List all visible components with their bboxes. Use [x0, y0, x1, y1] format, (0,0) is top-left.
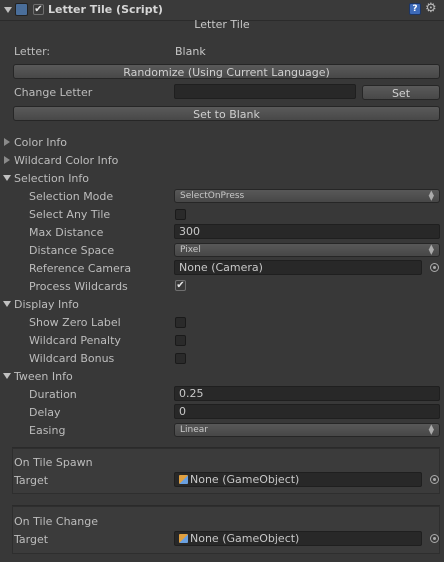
wildcard-bonus-checkbox[interactable]	[175, 353, 186, 364]
set-to-blank-button[interactable]: Set to Blank	[13, 106, 440, 121]
duration-input[interactable]: 0.25	[174, 386, 440, 401]
easing-label: Easing	[29, 424, 66, 437]
max-distance-input[interactable]: 300	[174, 224, 440, 239]
spawn-target-field[interactable]: None (GameObject)	[174, 472, 422, 487]
letter-value: Blank	[175, 45, 206, 58]
select-any-tile-checkbox[interactable]	[175, 209, 186, 220]
gear-icon[interactable]: ⚙	[425, 1, 437, 16]
tween-info-foldout[interactable]: Tween Info	[14, 370, 73, 383]
help-icon[interactable]: ?	[409, 3, 421, 15]
letter-label: Letter:	[14, 45, 51, 58]
change-letter-input[interactable]	[174, 84, 356, 99]
color-info-arrow-icon[interactable]	[4, 138, 10, 146]
object-picker-icon[interactable]	[430, 475, 439, 484]
on-tile-spawn-title: On Tile Spawn	[14, 456, 93, 469]
max-distance-label: Max Distance	[29, 226, 104, 239]
randomize-button[interactable]: Randomize (Using Current Language)	[13, 64, 440, 79]
on-tile-change-title: On Tile Change	[14, 515, 98, 528]
easing-dropdown[interactable]: Linear ▲ ▼	[174, 423, 440, 437]
wildcard-color-foldout[interactable]: Wildcard Color Info	[14, 154, 118, 167]
wildcard-color-arrow-icon[interactable]	[4, 156, 10, 164]
tween-info-arrow-icon[interactable]	[3, 373, 11, 379]
select-any-tile-label: Select Any Tile	[29, 208, 111, 221]
selection-mode-label: Selection Mode	[29, 190, 114, 203]
wildcard-penalty-label: Wildcard Penalty	[29, 334, 121, 347]
enabled-checkbox[interactable]: ✔	[33, 4, 44, 15]
dropdown-arrow-icon: ▲ ▼	[428, 243, 434, 256]
on-tile-change-panel	[12, 506, 440, 554]
process-wildcards-checkbox[interactable]: ✔	[175, 280, 186, 291]
change-target-field[interactable]: None (GameObject)	[174, 531, 422, 546]
distance-space-dropdown[interactable]: Pixel ▲ ▼	[174, 243, 440, 257]
reference-camera-label: Reference Camera	[29, 262, 132, 275]
selection-info-arrow-icon[interactable]	[3, 175, 11, 181]
gameobject-icon	[179, 475, 188, 484]
script-title: Letter Tile	[194, 18, 250, 31]
process-wildcards-label: Process Wildcards	[29, 280, 128, 293]
object-picker-icon[interactable]	[430, 263, 439, 272]
set-button[interactable]: Set	[362, 85, 440, 100]
selection-mode-dropdown[interactable]: SelectOnPress ▲ ▼	[174, 189, 440, 203]
dropdown-arrow-icon: ▲ ▼	[428, 423, 434, 436]
display-info-arrow-icon[interactable]	[3, 301, 11, 307]
show-zero-label-label: Show Zero Label	[29, 316, 121, 329]
reference-camera-field[interactable]: None (Camera)	[174, 260, 422, 275]
display-info-foldout[interactable]: Display Info	[14, 298, 79, 311]
component-title: Letter Tile (Script)	[48, 3, 163, 16]
selection-info-foldout[interactable]: Selection Info	[14, 172, 89, 185]
dropdown-arrow-icon: ▲ ▼	[428, 189, 434, 202]
distance-space-label: Distance Space	[29, 244, 115, 257]
script-icon	[15, 3, 28, 16]
on-tile-spawn-panel	[12, 448, 440, 494]
wildcard-bonus-label: Wildcard Bonus	[29, 352, 115, 365]
show-zero-label-checkbox[interactable]	[175, 317, 186, 328]
object-picker-icon[interactable]	[430, 534, 439, 543]
delay-label: Delay	[29, 406, 61, 419]
change-letter-label: Change Letter	[14, 86, 93, 99]
color-info-foldout[interactable]: Color Info	[14, 136, 67, 149]
duration-label: Duration	[29, 388, 77, 401]
spawn-target-label: Target	[14, 474, 49, 487]
change-target-label: Target	[14, 533, 49, 546]
gameobject-icon	[179, 534, 188, 543]
wildcard-penalty-checkbox[interactable]	[175, 335, 186, 346]
delay-input[interactable]: 0	[174, 404, 440, 419]
foldout-arrow-icon[interactable]	[4, 7, 12, 13]
